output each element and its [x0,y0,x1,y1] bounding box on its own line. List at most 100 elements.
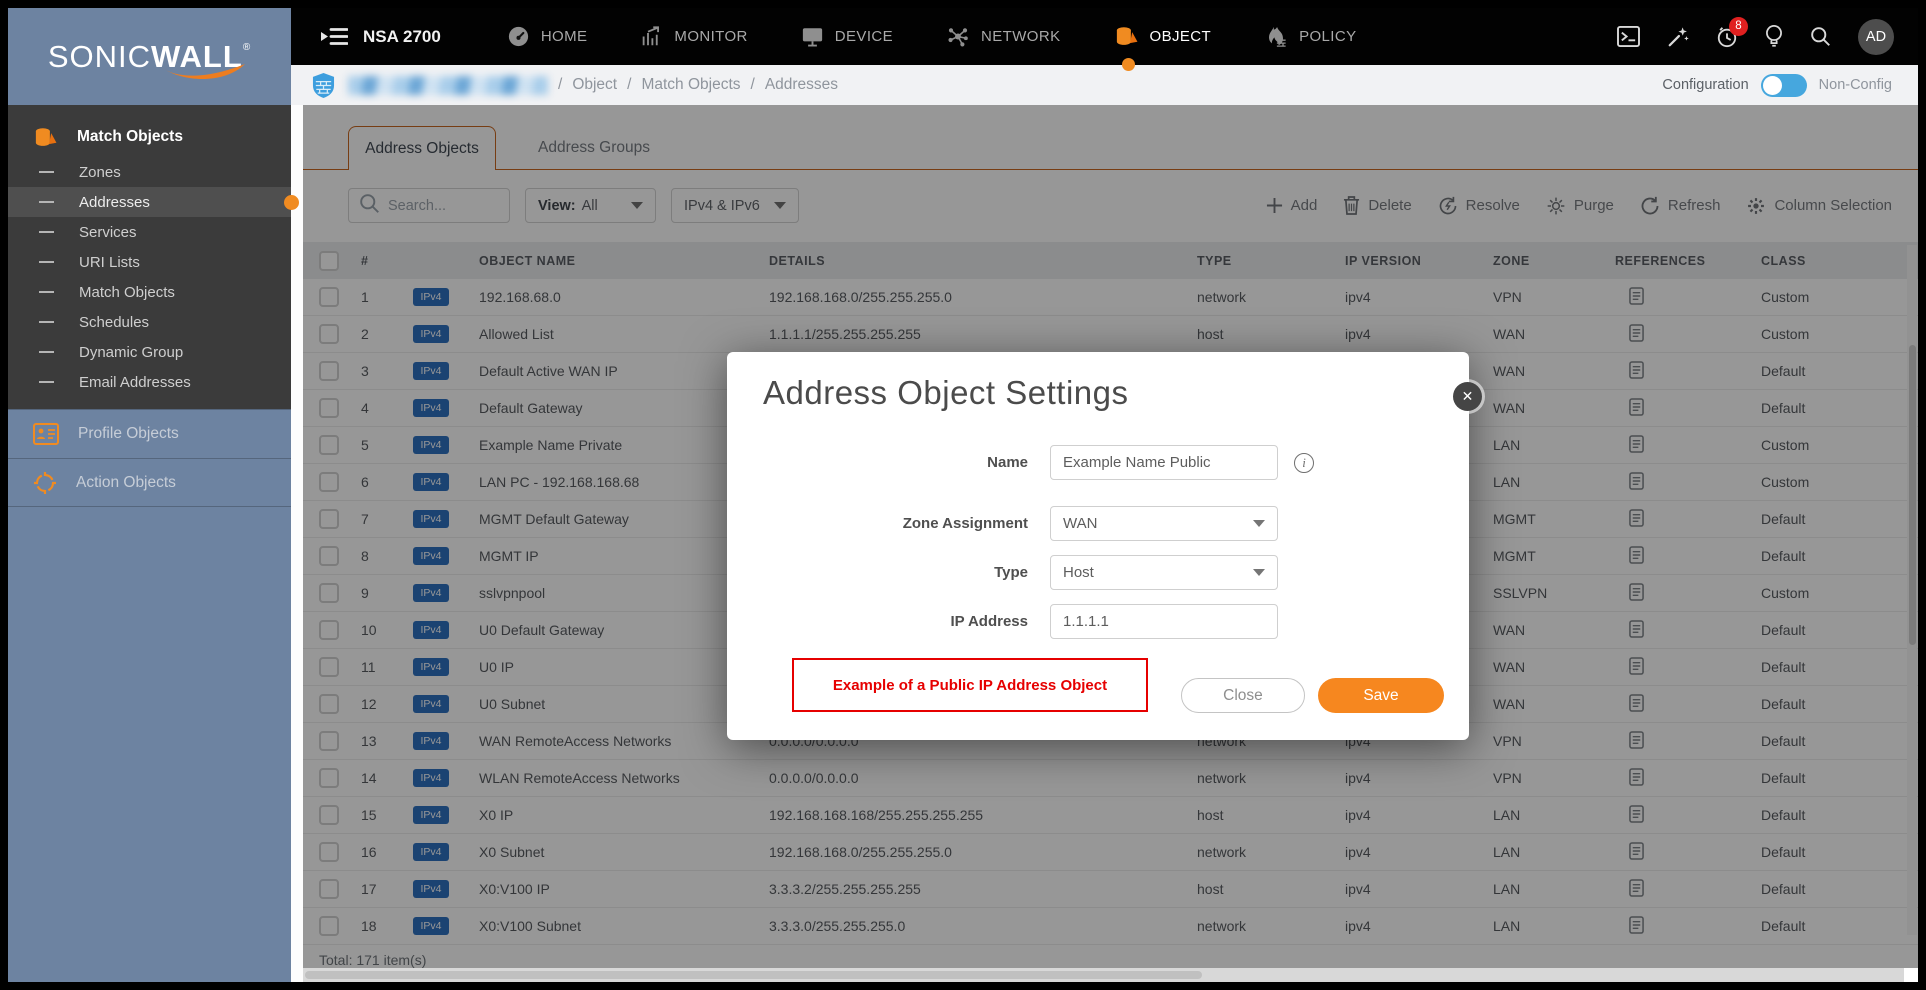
ip-address-field[interactable]: 1.1.1.1 [1050,604,1278,639]
sidebar-item-dynamic-group[interactable]: Dynamic Group [8,337,291,367]
sidebar-item-zones[interactable]: Zones [8,157,291,187]
home-icon [508,26,529,47]
dash-icon [39,261,54,263]
info-icon: i [1294,453,1314,473]
nav-item-device[interactable]: DEVICE [775,8,920,65]
field-value: Example Name Public [1063,454,1211,471]
chevron-down-icon [1253,520,1265,527]
firewall-shield-icon [312,72,335,99]
active-nav-indicator [1122,58,1135,71]
sonicwall-wordmark: SONICWALL® [48,39,251,75]
breadcrumb: / Object / Match Objects / Addresses [548,76,838,94]
sidebar-item-label: URI Lists [79,254,140,271]
device-icon [802,27,823,47]
alarm-icon[interactable]: 8 [1716,26,1738,48]
dash-icon [39,381,54,383]
profile-card-icon [33,423,59,445]
monitor-icon [641,26,662,47]
bulb-icon[interactable] [1765,25,1783,48]
zone-assignment-select[interactable]: WAN [1050,506,1278,541]
non-config-label: Non-Config [1819,77,1892,93]
horizontal-scrollbar[interactable] [303,968,1904,982]
notification-badge: 8 [1729,17,1748,36]
ip-address-label: IP Address [727,613,1028,630]
close-icon[interactable]: ✕ [1453,382,1482,411]
logo-sonic: SONIC [48,39,151,74]
config-mode-toggle[interactable] [1761,74,1807,97]
crosshair-icon [33,471,57,495]
utility-icons: 8 AD [1617,19,1894,55]
close-button[interactable]: Close [1181,678,1305,713]
breadcrumb-separator: / [627,76,631,93]
nav-item-policy[interactable]: POLICY [1238,8,1383,65]
type-select[interactable]: Host [1050,555,1278,590]
sonicwall-logo: SONICWALL® [8,8,291,105]
sidebar-item-label: Email Addresses [79,374,191,391]
nav-item-object[interactable]: OBJECT [1088,8,1239,65]
breadcrumb-separator: / [751,76,755,93]
breadcrumb-separator: / [558,76,562,93]
nav-label: HOME [541,28,588,45]
sidebar-item-label: Dynamic Group [79,344,183,361]
field-value: Host [1063,564,1094,581]
terminal-icon[interactable] [1617,26,1640,47]
modal-actions: Close Save [1181,678,1444,713]
object-icon [1115,26,1138,47]
sidebar-item-label: Services [79,224,137,241]
nav-label: POLICY [1299,28,1356,45]
form-row-ip-address: IP Address 1.1.1.1 [727,604,1469,639]
breadcrumb-bar: / Object / Match Objects / Addresses Configur… [291,65,1918,105]
sidebar-item-match-objects[interactable]: Match Objects [8,277,291,307]
device-selector[interactable]: NSA 2700 [321,27,441,47]
network-icon [947,26,969,47]
sidebar-item-label: Match Objects [79,284,175,301]
sidebar-item-addresses[interactable]: Addresses [8,187,291,217]
field-value: WAN [1063,515,1097,532]
modal-form: NameExample Name PubliciZone AssignmentW… [727,445,1469,653]
sidebar-item-services[interactable]: Services [8,217,291,247]
sidebar-scroll-gutter [291,105,303,982]
sidebar-item-uri-lists[interactable]: URI Lists [8,247,291,277]
main-nav: HOME MONITORDEVICENETWORKOBJECT POLICY [481,8,1384,65]
sidebar: SONICWALL® Match Objects Zones Addresses S… [8,8,291,982]
sidebar-section-label: Profile Objects [78,425,179,443]
name-label: Name [727,454,1028,471]
wand-icon[interactable] [1667,26,1689,48]
breadcrumb-segment-addresses[interactable]: Addresses [765,76,838,93]
config-mode-switch: Configuration Non-Config [1662,74,1892,97]
top-navigation-bar: NSA 2700 HOME MONITORDEVICENETWORKOBJECT P… [291,8,1918,65]
dash-icon [39,201,54,203]
sidebar-item-label: Zones [79,164,121,181]
sidebar-item-label: Schedules [79,314,149,331]
annotation-box: Example of a Public IP Address Object [792,658,1148,712]
save-button[interactable]: Save [1318,678,1444,713]
breadcrumb-segment-match-objects[interactable]: Match Objects [641,76,740,93]
form-row-name: Name Example Name Public i [727,445,1469,480]
sidebar-menu: Match Objects Zones Addresses Services URI … [8,105,291,409]
breadcrumb-segment-object[interactable]: Object [572,76,617,93]
sidebar-group-match-objects: Match Objects [8,117,291,157]
configuration-label: Configuration [1662,77,1748,93]
sidebar-item-schedules[interactable]: Schedules [8,307,291,337]
dash-icon [39,321,54,323]
sidebar-section-action-objects[interactable]: Action Objects [8,458,291,507]
active-item-indicator [284,195,299,210]
dash-icon [39,231,54,233]
form-row-type: TypeHost [727,555,1469,590]
avatar[interactable]: AD [1858,19,1894,55]
match-objects-cylinder-icon [34,127,57,148]
app-window: SONICWALL® Match Objects Zones Addresses S… [8,8,1918,982]
sidebar-item-email-addresses[interactable]: Email Addresses [8,367,291,397]
toggle-knob [1763,76,1782,95]
nav-item-home[interactable]: HOME [481,8,615,65]
sidebar-section-profile-objects[interactable]: Profile Objects [8,409,291,458]
policy-icon [1265,26,1287,47]
horizontal-scrollbar-thumb[interactable] [305,971,1202,979]
nav-item-network[interactable]: NETWORK [920,8,1087,65]
modal-title: Address Object Settings [763,374,1129,412]
firewall-name-redacted [348,76,548,95]
collapse-menu-icon[interactable] [321,27,348,46]
search-icon[interactable] [1810,26,1831,47]
name-field[interactable]: Example Name Public [1050,445,1278,480]
nav-item-monitor[interactable]: MONITOR [614,8,774,65]
